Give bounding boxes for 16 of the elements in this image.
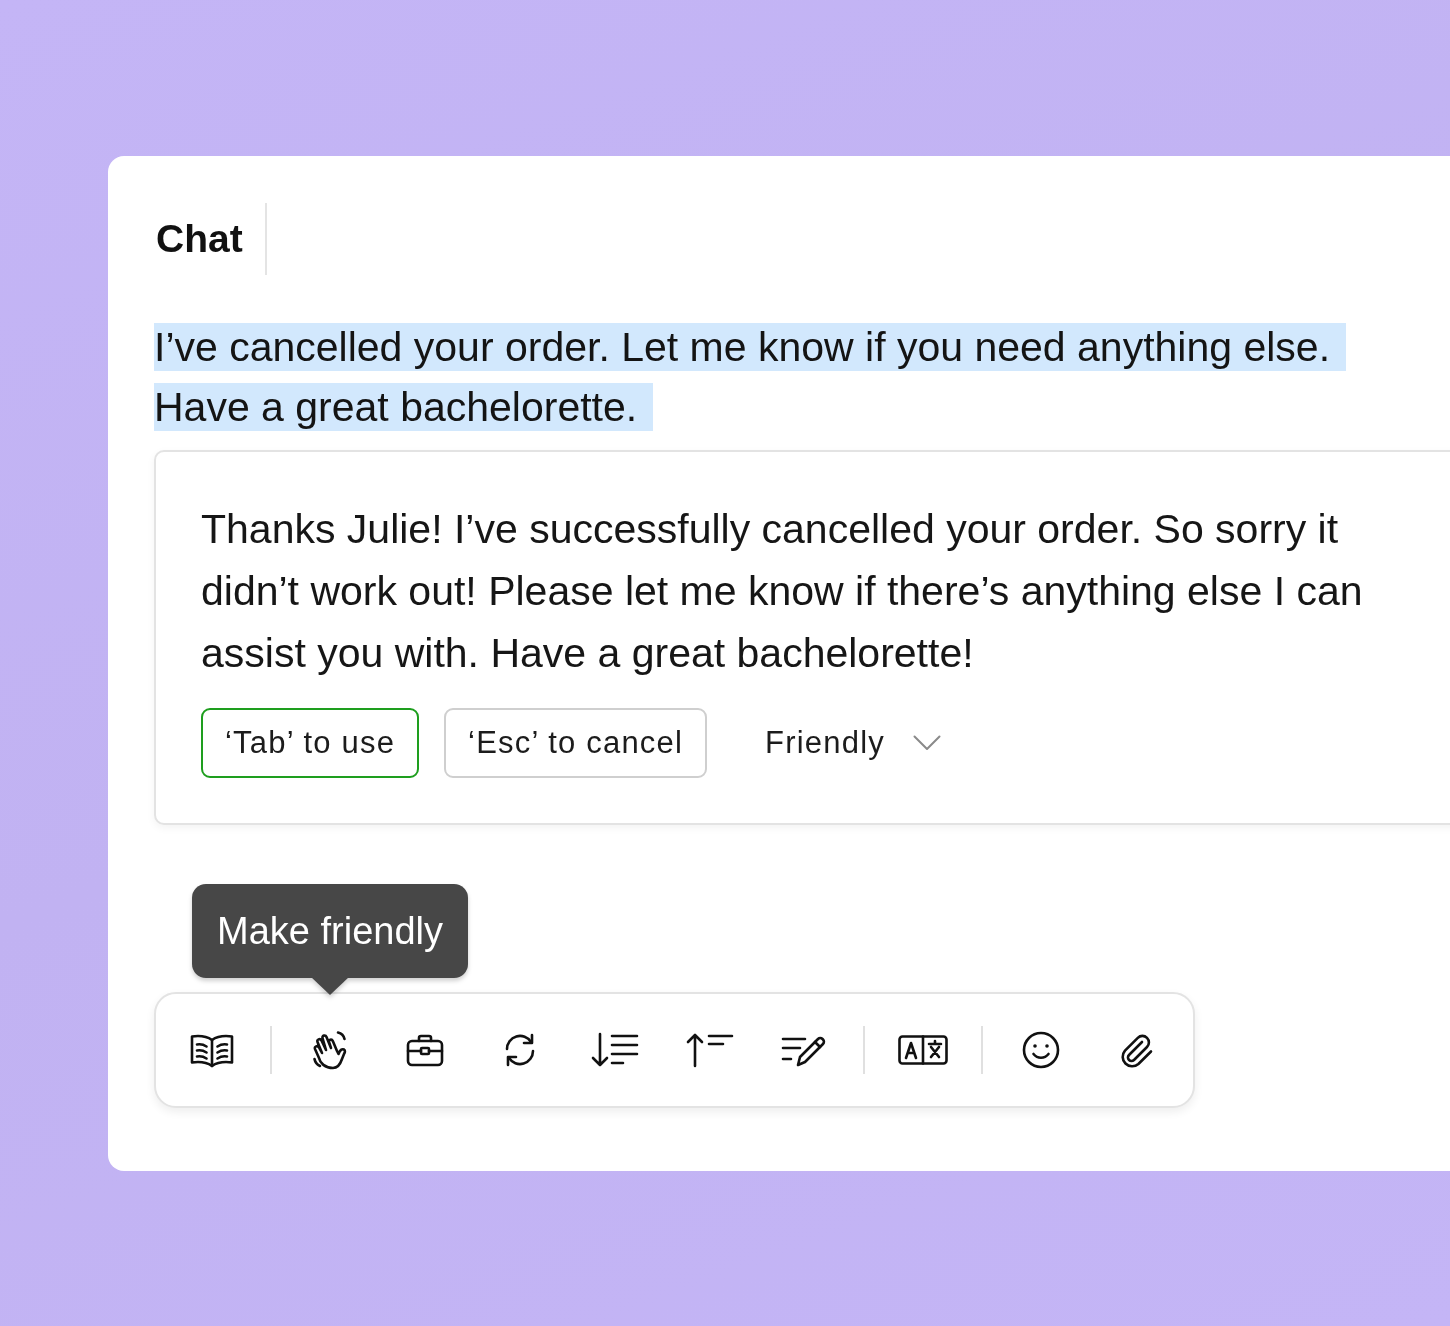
tone-dropdown[interactable]: Friendly <box>765 725 941 761</box>
sort-up-icon <box>686 1032 734 1068</box>
translate-icon <box>898 1035 948 1065</box>
suggestion-text: Thanks Julie! I’ve successfully cancelled your order. So sorry it didn’t work out! Please let me know if there’s anything else I can assist you with. Have a great bachelorette! <box>201 505 1364 678</box>
chevron-down-icon <box>912 735 941 751</box>
sort-down-icon <box>591 1032 639 1068</box>
tooltip-pointer-icon <box>311 977 349 995</box>
book-icon <box>190 1032 234 1068</box>
smiley-icon <box>1022 1031 1060 1069</box>
waving-hand-icon <box>311 1030 349 1070</box>
accept-button[interactable]: ‘Tab’ to use <box>201 708 420 778</box>
tooltip: Make friendly <box>192 884 468 978</box>
chat-title: Chat <box>156 216 243 262</box>
paperclip-icon <box>1118 1032 1154 1068</box>
briefcase-icon <box>406 1033 444 1067</box>
cancel-button[interactable]: ‘Esc’ to cancel <box>444 708 708 778</box>
